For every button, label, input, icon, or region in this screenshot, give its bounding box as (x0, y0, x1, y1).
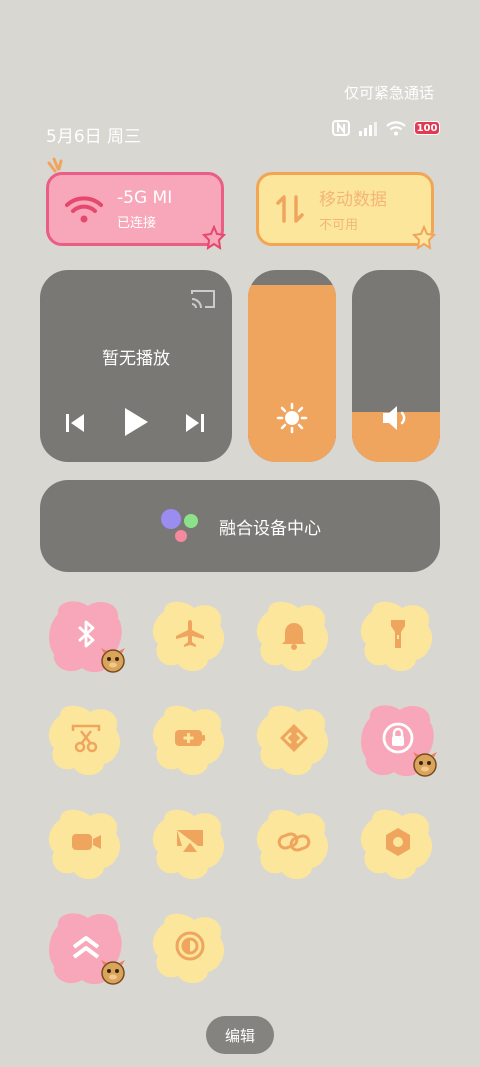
tile-airplane-mode[interactable] (150, 596, 230, 676)
settings-hex-icon (381, 825, 415, 863)
device-center-icon (161, 509, 198, 542)
code-share-icon (277, 721, 311, 759)
wifi-status: 已连接 (117, 215, 157, 231)
tile-screen-record[interactable] (46, 804, 126, 884)
wifi-name: -5G MI (117, 187, 173, 208)
screen-record-icon (69, 825, 103, 863)
emergency-call-status: 仅可紧急通话 (343, 84, 434, 102)
brightness-slider[interactable] (248, 270, 336, 462)
device-center-button[interactable]: 融合设备中心 (40, 480, 440, 572)
screenshot-icon (69, 721, 103, 759)
mascot-sticker-icon (101, 648, 125, 673)
flashlight-icon (381, 617, 415, 655)
cast-icon[interactable] (190, 288, 216, 310)
play-icon[interactable] (122, 406, 150, 438)
tile-screenshot[interactable] (46, 700, 126, 780)
dark-mode-icon (173, 929, 207, 967)
battery-icon: 100 (414, 121, 440, 135)
speaker-icon (383, 406, 406, 430)
mobile-data-title: 移动数据 (319, 190, 387, 210)
star-sticker-icon (201, 225, 227, 251)
previous-icon[interactable] (64, 412, 86, 434)
mobile-data-status: 不可用 (319, 218, 359, 233)
sparkle-icon (47, 157, 63, 173)
tile-flashlight[interactable] (358, 596, 438, 676)
volume-slider[interactable] (352, 270, 440, 462)
screen-cast-icon (173, 825, 207, 863)
sun-icon (276, 402, 308, 434)
brightness-level (248, 285, 336, 462)
tile-rotation-lock[interactable] (358, 700, 438, 780)
signal-icon (359, 122, 377, 136)
tile-dark-mode[interactable] (150, 908, 230, 988)
mascot-sticker-icon (413, 752, 437, 777)
mobile-data-icon (276, 195, 304, 223)
wifi-icon (65, 196, 103, 223)
tile-bluetooth[interactable] (46, 596, 126, 676)
media-player-card[interactable]: 暂无播放 (40, 270, 232, 462)
tile-link[interactable] (254, 804, 334, 884)
media-title: 暂无播放 (102, 349, 170, 369)
date-label: 5月6日 周三 (46, 127, 142, 147)
status-icons: 100 (332, 120, 440, 136)
tile-performance-mode[interactable] (46, 908, 126, 988)
next-icon[interactable] (184, 412, 206, 434)
airplane-mode-icon (173, 617, 207, 655)
tile-screen-cast[interactable] (150, 804, 230, 884)
device-center-label: 融合设备中心 (219, 518, 321, 539)
edit-button[interactable]: 编辑 (206, 1016, 274, 1054)
link-icon (277, 825, 311, 863)
wifi-card[interactable]: -5G MI 已连接 (46, 157, 227, 251)
tile-code-share[interactable] (254, 700, 334, 780)
notification-bell-icon (277, 617, 311, 655)
tile-battery-saver[interactable] (150, 700, 230, 780)
mascot-sticker-icon (101, 960, 125, 985)
tile-notification-bell[interactable] (254, 596, 334, 676)
nfc-icon (332, 120, 350, 136)
battery-saver-icon (173, 721, 207, 759)
tile-settings-hex[interactable] (358, 804, 438, 884)
mobile-data-card[interactable]: 移动数据 不可用 (256, 172, 437, 251)
wifi-status-icon (386, 121, 406, 136)
star-sticker-icon (411, 225, 437, 251)
